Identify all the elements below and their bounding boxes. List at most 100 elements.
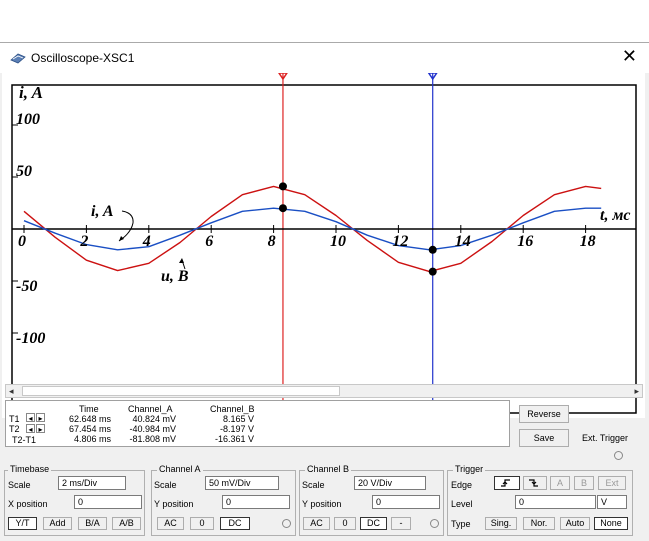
background (0, 0, 649, 42)
reverse-button[interactable]: Reverse (519, 405, 569, 423)
t2-time: 67.454 ms (68, 424, 111, 434)
falling-edge-button[interactable] (523, 476, 547, 490)
cursor-intersection-marker (278, 182, 287, 191)
rising-edge-button[interactable] (494, 476, 520, 490)
t1-channel-b: 8.165 V (222, 414, 254, 424)
y-tick-label: 100 (16, 111, 40, 128)
window-title: Oscilloscope-XSC1 (31, 51, 135, 65)
delta-channel-a: -81.808 mV (129, 434, 176, 444)
mode-add-button[interactable]: Add (43, 517, 72, 530)
x-tick-label: 8 (268, 233, 276, 250)
channel-b-y-position-input[interactable]: 0 (372, 495, 440, 509)
delta-time: 4.806 ms (73, 434, 111, 444)
x-tick-label: 2 (79, 233, 88, 250)
channel-b-ac-button[interactable]: AC (303, 517, 330, 530)
x-axis-label: t, мс (600, 207, 631, 224)
t2-right-arrow-icon[interactable]: ▸ (36, 424, 45, 434)
channel-a-y-position-label: Y position (154, 499, 194, 509)
mode-ab-button[interactable]: A/B (112, 517, 141, 530)
trigger-single-button[interactable]: Sing. (485, 517, 517, 530)
channel-a-scale-label: Scale (154, 480, 177, 490)
x-tick-label: 16 (517, 233, 533, 250)
falling-edge-icon (529, 479, 538, 487)
trigger-source-b-button[interactable]: B (574, 476, 594, 490)
channel-a-scale-input[interactable]: 50 mV/Div (205, 476, 279, 490)
current-annotation: i, A (91, 203, 114, 220)
t2-left-arrow-icon[interactable]: ◂ (26, 424, 35, 434)
cursor-intersection-marker (428, 245, 437, 254)
mode-ba-button[interactable]: B/A (78, 517, 107, 530)
x-tick-label: 6 (205, 233, 213, 250)
trigger-level-label: Level (451, 499, 473, 509)
scope-plot: 0 2 4 6 8 10 12 14 16 18 100 50 -50 -100 i, A t, мс i… (11, 72, 637, 418)
channel-b-invert-button[interactable]: - (391, 517, 411, 530)
trigger-level-input[interactable]: 0 (515, 495, 596, 509)
trigger-none-button[interactable]: None (594, 517, 628, 530)
trigger-normal-button[interactable]: Nor. (523, 517, 555, 530)
channel-a-title: Channel A (157, 464, 203, 474)
row-label-t2-t1: T2-T1 (12, 435, 37, 445)
channel-b-zero-button[interactable]: 0 (334, 517, 356, 530)
readout-header-time: Time (79, 404, 99, 414)
x-tick-label: 12 (392, 233, 408, 250)
x-tick-label: 14 (455, 233, 471, 250)
timebase-scale-label: Scale (8, 480, 31, 490)
channel-b-y-position-label: Y position (302, 499, 342, 509)
t1-channel-a: 40.824 mV (132, 414, 176, 424)
scroll-left-icon[interactable]: ◂ (9, 386, 14, 396)
close-button[interactable]: ✕ (622, 47, 637, 65)
timebase-title: Timebase (8, 464, 52, 474)
trigger-level-unit[interactable]: V (597, 495, 627, 509)
oscilloscope-icon (10, 53, 26, 64)
x-tick-label: 4 (142, 233, 151, 250)
x-position-label: X position (8, 499, 48, 509)
channel-a-dc-button[interactable]: DC (220, 517, 250, 530)
x-tick-label: 10 (330, 233, 346, 250)
trigger-source-a-button[interactable]: A (550, 476, 570, 490)
delta-channel-b: -16.361 V (214, 434, 254, 444)
trigger-auto-button[interactable]: Auto (560, 517, 590, 530)
y-tick-label: -100 (16, 330, 45, 347)
t1-time: 62.648 ms (68, 414, 111, 424)
scroll-right-icon[interactable]: ▸ (634, 386, 639, 396)
channel-a-connector[interactable] (282, 519, 291, 528)
x-position-input[interactable]: 0 (74, 495, 142, 509)
readout-header-channel-a: Channel_A (128, 404, 173, 414)
channel-b-title: Channel B (305, 464, 352, 474)
title-bar: Oscilloscope-XSC1 ✕ (0, 43, 649, 73)
x-tick-label: 0 (18, 233, 26, 250)
channel-a-ac-button[interactable]: AC (157, 517, 184, 530)
voltage-annotation: u, B (161, 268, 189, 285)
cursor-intersection-marker (278, 204, 287, 213)
oscilloscope-window: Oscilloscope-XSC1 ✕ 0 2 4 6 8 10 12 14 16 18 100 50… (0, 42, 649, 541)
t1-right-arrow-icon[interactable]: ▸ (36, 413, 45, 423)
channel-b-dc-button[interactable]: DC (360, 517, 387, 530)
trigger-source-ext-button[interactable]: Ext (598, 476, 626, 490)
y-axis-label: i, A (19, 83, 43, 102)
mode-yt-button[interactable]: Y/T (8, 517, 37, 530)
horizontal-scrollbar[interactable]: ◂ ▸ (5, 384, 643, 398)
scope-display: 0 2 4 6 8 10 12 14 16 18 100 50 -50 -100 i, A t, мс i… (2, 72, 645, 418)
save-button[interactable]: Save (519, 429, 569, 447)
channel-a-zero-button[interactable]: 0 (190, 517, 214, 530)
row-label-t2: T2 (9, 424, 20, 434)
row-label-t1: T1 (9, 414, 20, 424)
t1-left-arrow-icon[interactable]: ◂ (26, 413, 35, 423)
channel-a-y-position-input[interactable]: 0 (222, 495, 290, 509)
ext-trigger-connector[interactable] (614, 451, 623, 460)
rising-edge-icon (501, 479, 510, 487)
y-tick-label: -50 (16, 278, 37, 295)
cursor-readout-panel: Time Channel_A Channel_B T1 ◂ ▸ 62.648 m… (5, 400, 510, 447)
channel-b-scale-input[interactable]: 20 V/Div (354, 476, 426, 490)
scrollbar-thumb[interactable] (22, 386, 340, 396)
trigger-edge-label: Edge (451, 480, 473, 490)
readout-header-channel-b: Channel_B (210, 404, 255, 414)
cursor-intersection-marker (428, 267, 437, 276)
x-tick-label: 18 (580, 233, 596, 250)
ext-trigger-label: Ext. Trigger (582, 433, 629, 443)
y-tick-label: 50 (16, 163, 32, 180)
channel-b-scale-label: Scale (302, 480, 325, 490)
t2-channel-a: -40.984 mV (129, 424, 176, 434)
timebase-scale-input[interactable]: 2 ms/Div (58, 476, 126, 490)
channel-b-connector[interactable] (430, 519, 439, 528)
